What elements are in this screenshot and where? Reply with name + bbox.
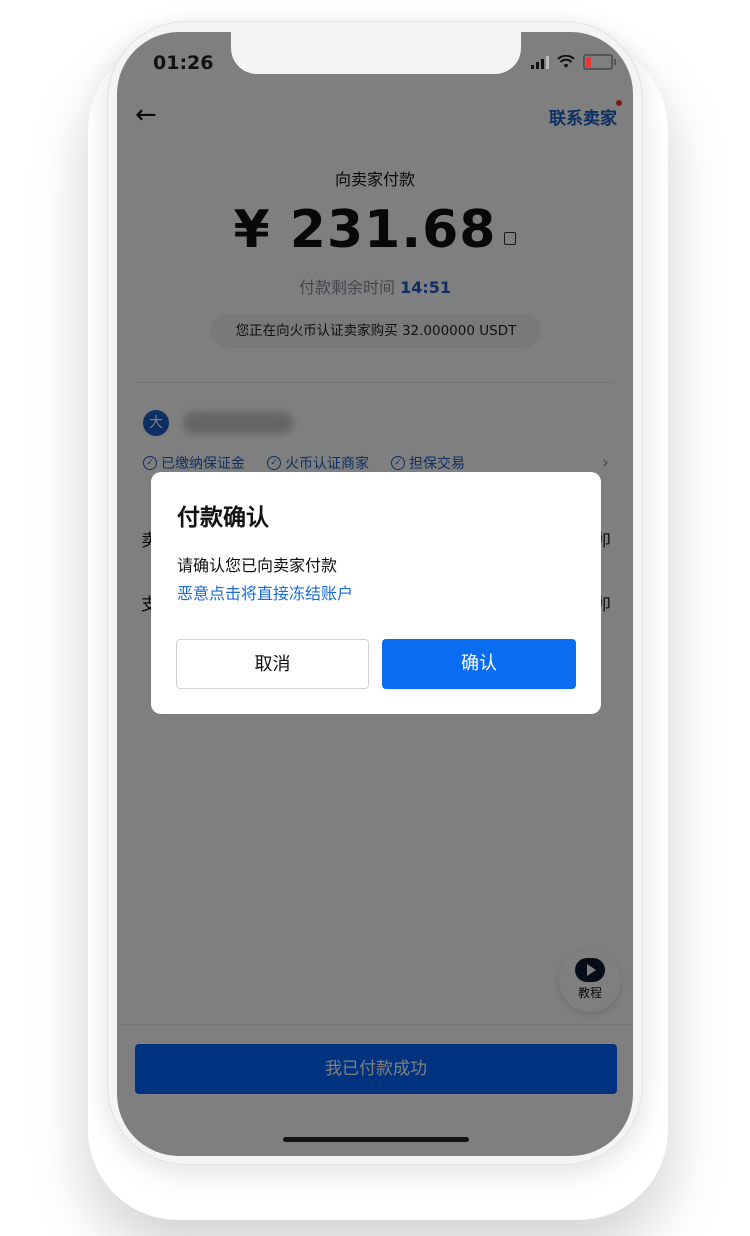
notch [231, 32, 521, 74]
battery-icon [583, 54, 616, 70]
status-icons [531, 54, 616, 70]
signal-icon [531, 55, 549, 69]
status-time: 01:26 [153, 52, 214, 74]
cancel-button[interactable]: 取消 [176, 639, 369, 689]
payment-confirm-dialog: 付款确认 请确认您已向卖家付款 恶意点击将直接冻结账户 取消 确认 [151, 472, 601, 714]
home-indicator [283, 1137, 469, 1142]
wifi-icon [557, 55, 575, 68]
dialog-warning: 恶意点击将直接冻结账户 [177, 584, 354, 603]
dialog-title: 付款确认 [177, 505, 269, 531]
dialog-message: 请确认您已向卖家付款 [177, 556, 338, 575]
confirm-button[interactable]: 确认 [382, 639, 576, 689]
